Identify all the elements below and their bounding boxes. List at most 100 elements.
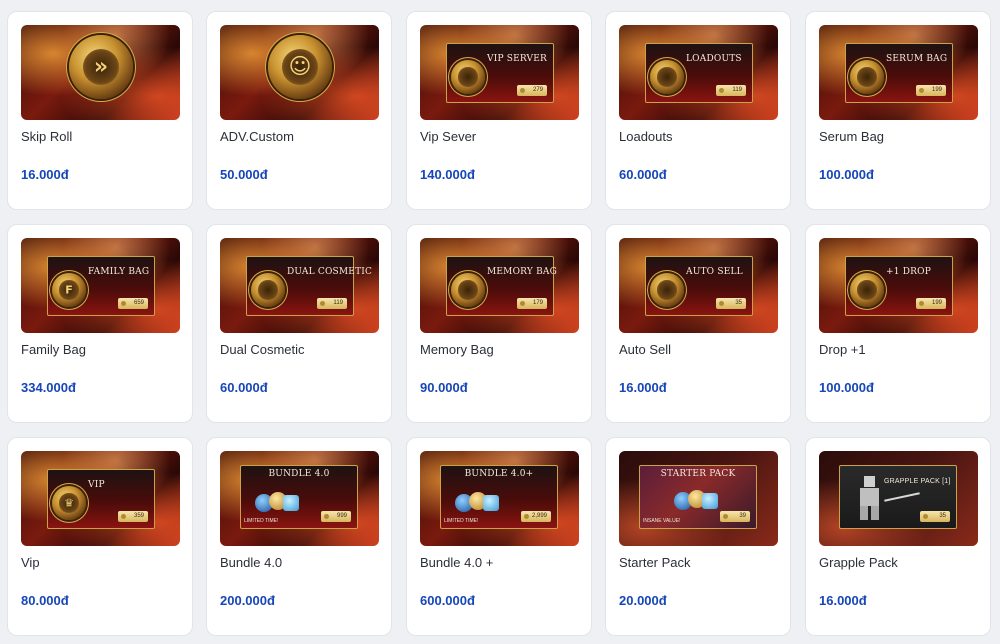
product-thumbnail: +1 DROP 199 xyxy=(819,238,978,333)
banner-title: VIP SERVER xyxy=(487,54,548,64)
product-name: Starter Pack xyxy=(619,555,691,570)
bundle-orbs-icon xyxy=(455,492,501,514)
product-price: 16.000đ xyxy=(619,380,667,395)
product-card-grapple-pack[interactable]: GRAPPLE PACK [1] 35 Grapple Pack 16.000đ xyxy=(805,437,991,636)
starter-pack-orbs-icon xyxy=(674,490,720,512)
banner-tag: LIMITED TIME! xyxy=(444,518,479,524)
product-name: Grapple Pack xyxy=(819,555,898,570)
product-price: 80.000đ xyxy=(21,593,69,608)
adv-custom-emblem-icon: ☺ xyxy=(268,35,332,99)
product-thumbnail: DUAL COSMETIC 119 xyxy=(220,238,379,333)
product-price: 16.000đ xyxy=(819,593,867,608)
product-banner: AUTO SELL 35 xyxy=(645,256,753,316)
product-banner: LOADOUTS 119 xyxy=(645,43,753,103)
product-name: Serum Bag xyxy=(819,129,885,144)
product-card-dual-cosmetic[interactable]: DUAL COSMETIC 119 Dual Cosmetic 60.000đ xyxy=(206,224,392,423)
product-thumbnail: LOADOUTS 119 xyxy=(619,25,778,120)
vip-server-emblem-icon xyxy=(451,60,485,94)
banner-price-tag: 39 xyxy=(720,511,750,522)
product-thumbnail: GRAPPLE PACK [1] 35 xyxy=(819,451,978,546)
memory-bag-emblem-icon xyxy=(451,273,485,307)
banner-title: AUTO SELL xyxy=(686,267,743,277)
product-price: 600.000đ xyxy=(420,593,475,608)
product-card-serum-bag[interactable]: SERUM BAG 199 Serum Bag 100.000đ xyxy=(805,11,991,210)
product-thumbnail: SERUM BAG 199 xyxy=(819,25,978,120)
product-price: 60.000đ xyxy=(619,167,667,182)
banner-tag: INSANE VALUE! xyxy=(643,518,681,524)
product-grid: » Skip Roll 16.000đ ☺ ADV.Custom 50.000đ… xyxy=(0,0,1000,644)
banner-title: DUAL COSMETIC xyxy=(287,267,373,277)
product-thumbnail: AUTO SELL 35 xyxy=(619,238,778,333)
product-name: Memory Bag xyxy=(420,342,494,357)
product-price: 60.000đ xyxy=(220,380,268,395)
banner-price-tag: 35 xyxy=(920,511,950,522)
product-thumbnail: ♛ VIP 359 xyxy=(21,451,180,546)
product-name: Vip Sever xyxy=(420,129,477,144)
banner-price-tag: 999 xyxy=(321,511,351,522)
banner-price-tag: 119 xyxy=(317,298,347,309)
product-banner: GRAPPLE PACK [1] 35 xyxy=(839,465,957,529)
product-card-vip-server[interactable]: VIP SERVER 279 Vip Sever 140.000đ xyxy=(406,11,592,210)
product-card-vip[interactable]: ♛ VIP 359 Vip 80.000đ xyxy=(7,437,193,636)
grapple-hook-icon xyxy=(884,492,920,502)
product-card-bundle-4-0-plus[interactable]: BUNDLE 4.0+ LIMITED TIME! 2,999 Bundle 4… xyxy=(406,437,592,636)
auto-sell-emblem-icon xyxy=(650,273,684,307)
banner-price-tag: 279 xyxy=(517,85,547,96)
product-banner: BUNDLE 4.0+ LIMITED TIME! 2,999 xyxy=(440,465,558,529)
banner-price-tag: 659 xyxy=(118,298,148,309)
banner-title: STARTER PACK xyxy=(660,469,736,479)
banner-price-tag: 199 xyxy=(916,298,946,309)
product-card-auto-sell[interactable]: AUTO SELL 35 Auto Sell 16.000đ xyxy=(605,224,791,423)
banner-tag: LIMITED TIME! xyxy=(244,518,279,524)
product-thumbnail: STARTER PACK INSANE VALUE! 39 xyxy=(619,451,778,546)
grapple-figure-icon xyxy=(854,476,884,520)
banner-title: VIP xyxy=(88,480,105,490)
bundle-orbs-icon xyxy=(255,492,301,514)
product-name: Bundle 4.0 xyxy=(220,555,283,570)
product-name: ADV.Custom xyxy=(220,129,294,144)
product-banner: +1 DROP 199 xyxy=(845,256,953,316)
banner-title: MEMORY BAG xyxy=(487,267,557,277)
banner-title: GRAPPLE PACK [1] xyxy=(884,478,951,485)
product-thumbnail: » xyxy=(21,25,180,120)
skip-roll-emblem-icon: » xyxy=(69,35,133,99)
family-bag-emblem-icon: F xyxy=(52,273,86,307)
banner-price-tag: 35 xyxy=(716,298,746,309)
product-price: 100.000đ xyxy=(819,380,874,395)
banner-price-tag: 359 xyxy=(118,511,148,522)
product-banner: F FAMILY BAG 659 xyxy=(47,256,155,316)
product-banner: ♛ VIP 359 xyxy=(47,469,155,529)
product-card-loadouts[interactable]: LOADOUTS 119 Loadouts 60.000đ xyxy=(605,11,791,210)
banner-price-tag: 2,999 xyxy=(521,511,551,522)
product-banner: DUAL COSMETIC 119 xyxy=(246,256,372,316)
product-card-skip-roll[interactable]: » Skip Roll 16.000đ xyxy=(7,11,193,210)
banner-title: LOADOUTS xyxy=(686,54,742,64)
banner-price-tag: 199 xyxy=(916,85,946,96)
product-price: 20.000đ xyxy=(619,593,667,608)
vip-emblem-icon: ♛ xyxy=(52,486,86,520)
product-thumbnail: ☺ xyxy=(220,25,379,120)
serum-bag-emblem-icon xyxy=(850,60,884,94)
product-card-memory-bag[interactable]: MEMORY BAG 179 Memory Bag 90.000đ xyxy=(406,224,592,423)
product-card-drop-plus-one[interactable]: +1 DROP 199 Drop +1 100.000đ xyxy=(805,224,991,423)
product-price: 90.000đ xyxy=(420,380,468,395)
product-card-family-bag[interactable]: F FAMILY BAG 659 Family Bag 334.000đ xyxy=(7,224,193,423)
product-banner: MEMORY BAG 179 xyxy=(446,256,557,316)
product-price: 16.000đ xyxy=(21,167,69,182)
loadouts-emblem-icon xyxy=(650,60,684,94)
product-price: 140.000đ xyxy=(420,167,475,182)
banner-title: SERUM BAG xyxy=(886,54,948,64)
product-card-starter-pack[interactable]: STARTER PACK INSANE VALUE! 39 Starter Pa… xyxy=(605,437,791,636)
product-name: Bundle 4.0 + xyxy=(420,555,494,570)
product-name: Dual Cosmetic xyxy=(220,342,305,357)
product-price: 50.000đ xyxy=(220,167,268,182)
product-thumbnail: BUNDLE 4.0 LIMITED TIME! 999 xyxy=(220,451,379,546)
product-card-adv-custom[interactable]: ☺ ADV.Custom 50.000đ xyxy=(206,11,392,210)
product-thumbnail: VIP SERVER 279 xyxy=(420,25,579,120)
product-thumbnail: BUNDLE 4.0+ LIMITED TIME! 2,999 xyxy=(420,451,579,546)
product-card-bundle-4-0[interactable]: BUNDLE 4.0 LIMITED TIME! 999 Bundle 4.0 … xyxy=(206,437,392,636)
banner-title: BUNDLE 4.0 xyxy=(268,469,330,479)
product-price: 334.000đ xyxy=(21,380,76,395)
banner-price-tag: 179 xyxy=(517,298,547,309)
drop-emblem-icon xyxy=(850,273,884,307)
